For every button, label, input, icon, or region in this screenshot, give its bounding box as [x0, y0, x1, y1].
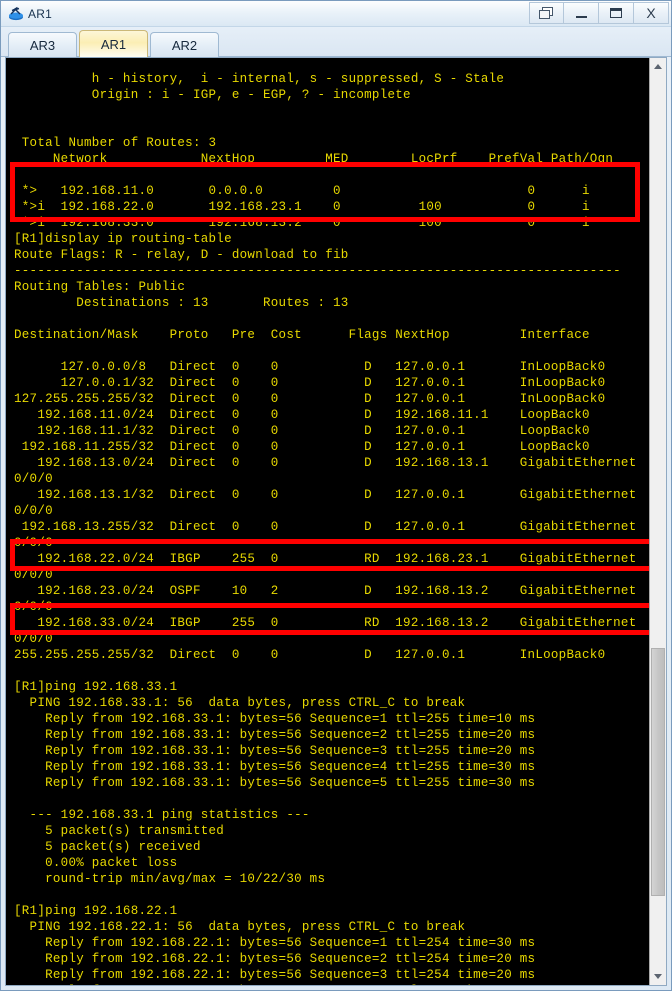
restore-button[interactable] — [529, 2, 564, 24]
terminal-text: h - history, i - internal, s - suppresse… — [14, 71, 637, 986]
maximize-button[interactable] — [599, 2, 634, 24]
router-cli-window: AR1 X AR3 AR1 AR2 h - history, i - inter… — [0, 0, 672, 991]
vertical-scrollbar[interactable] — [649, 58, 666, 985]
tab-ar3[interactable]: AR3 — [8, 32, 77, 57]
minimize-button[interactable] — [564, 2, 599, 24]
restore-icon — [539, 6, 554, 20]
scroll-up-arrow[interactable] — [650, 58, 666, 75]
terminal-panel: h - history, i - internal, s - suppresse… — [5, 57, 667, 986]
window-controls: X — [529, 2, 669, 24]
terminal-output[interactable]: h - history, i - internal, s - suppresse… — [6, 58, 649, 985]
tab-ar2[interactable]: AR2 — [150, 32, 219, 57]
tab-ar1[interactable]: AR1 — [79, 30, 148, 57]
title-bar: AR1 X — [1, 1, 671, 27]
window-title: AR1 — [28, 6, 52, 21]
close-button[interactable]: X — [634, 2, 669, 24]
minimize-icon — [575, 15, 587, 18]
router-icon — [7, 5, 25, 23]
scroll-down-arrow[interactable] — [650, 968, 666, 985]
maximize-icon — [610, 8, 622, 18]
close-icon: X — [646, 5, 656, 21]
scrollbar-thumb[interactable] — [651, 648, 665, 896]
tab-bar: AR3 AR1 AR2 — [1, 27, 671, 57]
